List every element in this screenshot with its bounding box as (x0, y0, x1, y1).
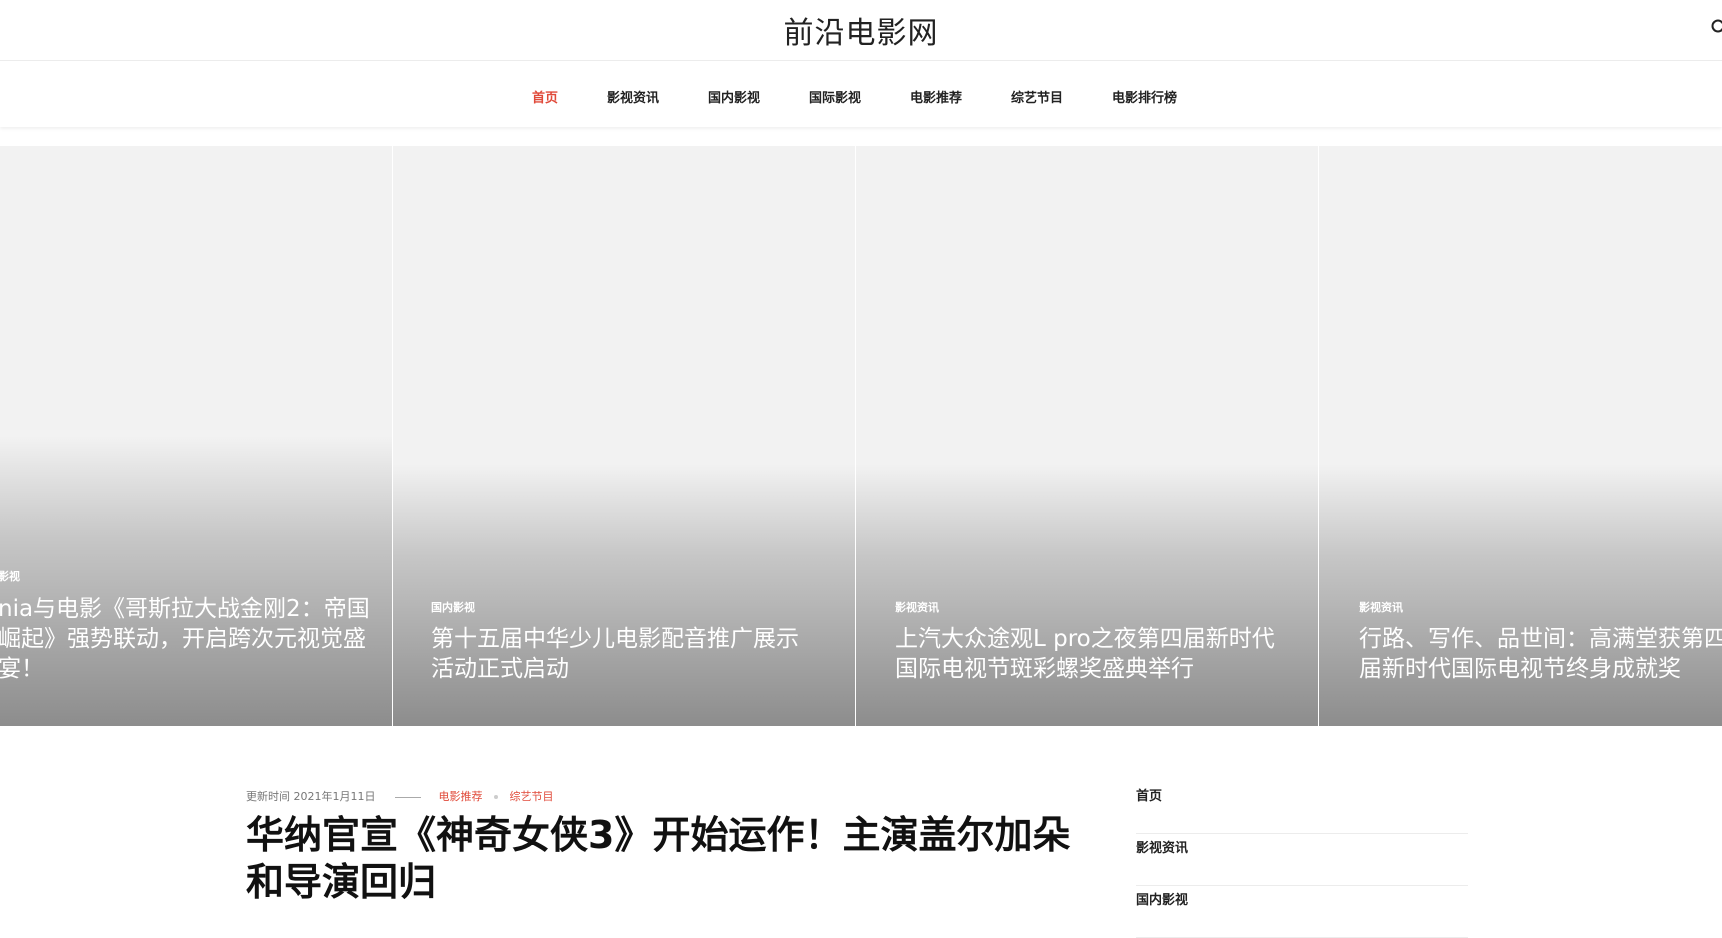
slide-overlay (1319, 464, 1722, 726)
slide-title[interactable]: nia与电影《哥斯拉大战金刚2：帝国崛起》强势联动，开启跨次元视觉盛宴！ (0, 594, 388, 684)
site-title[interactable]: 前沿电影网 (0, 8, 1722, 52)
nav-item-recommend[interactable]: 电影推荐 (910, 87, 962, 106)
slide-title[interactable]: 行路、写作、品世间：高满堂获第四届新时代国际电视节终身成就奖 (1359, 624, 1722, 684)
sidebar-item-home[interactable]: 首页 (1136, 782, 1468, 834)
slide-card[interactable]: 影视资讯 行路、写作、品世间：高满堂获第四届新时代国际电视节终身成就奖 (1319, 146, 1722, 726)
nav-item-international[interactable]: 国际影视 (809, 87, 861, 106)
search-icon[interactable] (1710, 18, 1722, 38)
meta-divider (395, 797, 421, 798)
nav-item-variety[interactable]: 综艺节目 (1011, 87, 1063, 106)
sidebar-menu: 首页 影视资讯 国内影视 (1136, 782, 1468, 938)
slide-category[interactable]: 影视资讯 (1359, 599, 1403, 615)
slide-card[interactable]: 影视 nia与电影《哥斯拉大战金刚2：帝国崛起》强势联动，开启跨次元视觉盛宴！ (0, 146, 392, 726)
featured-slider: 影视 nia与电影《哥斯拉大战金刚2：帝国崛起》强势联动，开启跨次元视觉盛宴！ … (0, 146, 1722, 726)
nav-item-ranking[interactable]: 电影排行榜 (1112, 87, 1177, 106)
slide-category[interactable]: 影视资讯 (895, 599, 939, 615)
slide-category[interactable]: 国内影视 (431, 599, 475, 615)
sidebar-item-film-news[interactable]: 影视资讯 (1136, 834, 1468, 886)
slide-overlay (393, 464, 855, 726)
slide-overlay (856, 464, 1318, 726)
top-header: 前沿电影网 (0, 0, 1722, 61)
category-separator-dot (494, 795, 498, 799)
article-category-link[interactable]: 综艺节目 (510, 790, 554, 803)
article-meta: 更新时间 2021年1月11日 电影推荐 综艺节目 (246, 788, 554, 804)
nav-item-film-news[interactable]: 影视资讯 (607, 87, 659, 106)
article-category-link[interactable]: 电影推荐 (439, 790, 483, 803)
slide-card[interactable]: 影视资讯 上汽大众途观L pro之夜第四届新时代国际电视节斑彩螺奖盛典举行 (856, 146, 1318, 726)
nav-item-home[interactable]: 首页 (532, 87, 558, 106)
article-date: 更新时间 2021年1月11日 (246, 790, 376, 803)
article-title[interactable]: 华纳官宣《神奇女侠3》开始运作！主演盖尔加朵和导演回归 (246, 812, 1086, 906)
slide-title[interactable]: 上汽大众途观L pro之夜第四届新时代国际电视节斑彩螺奖盛典举行 (895, 624, 1285, 684)
slide-title[interactable]: 第十五届中华少儿电影配音推广展示活动正式启动 (431, 624, 821, 684)
slide-category[interactable]: 影视 (0, 568, 20, 584)
main-nav: 首页 影视资讯 国内影视 国际影视 电影推荐 综艺节目 电影排行榜 (0, 61, 1722, 127)
nav-item-domestic[interactable]: 国内影视 (708, 87, 760, 106)
sidebar-item-domestic[interactable]: 国内影视 (1136, 886, 1468, 938)
slide-card[interactable]: 国内影视 第十五届中华少儿电影配音推广展示活动正式启动 (393, 146, 855, 726)
